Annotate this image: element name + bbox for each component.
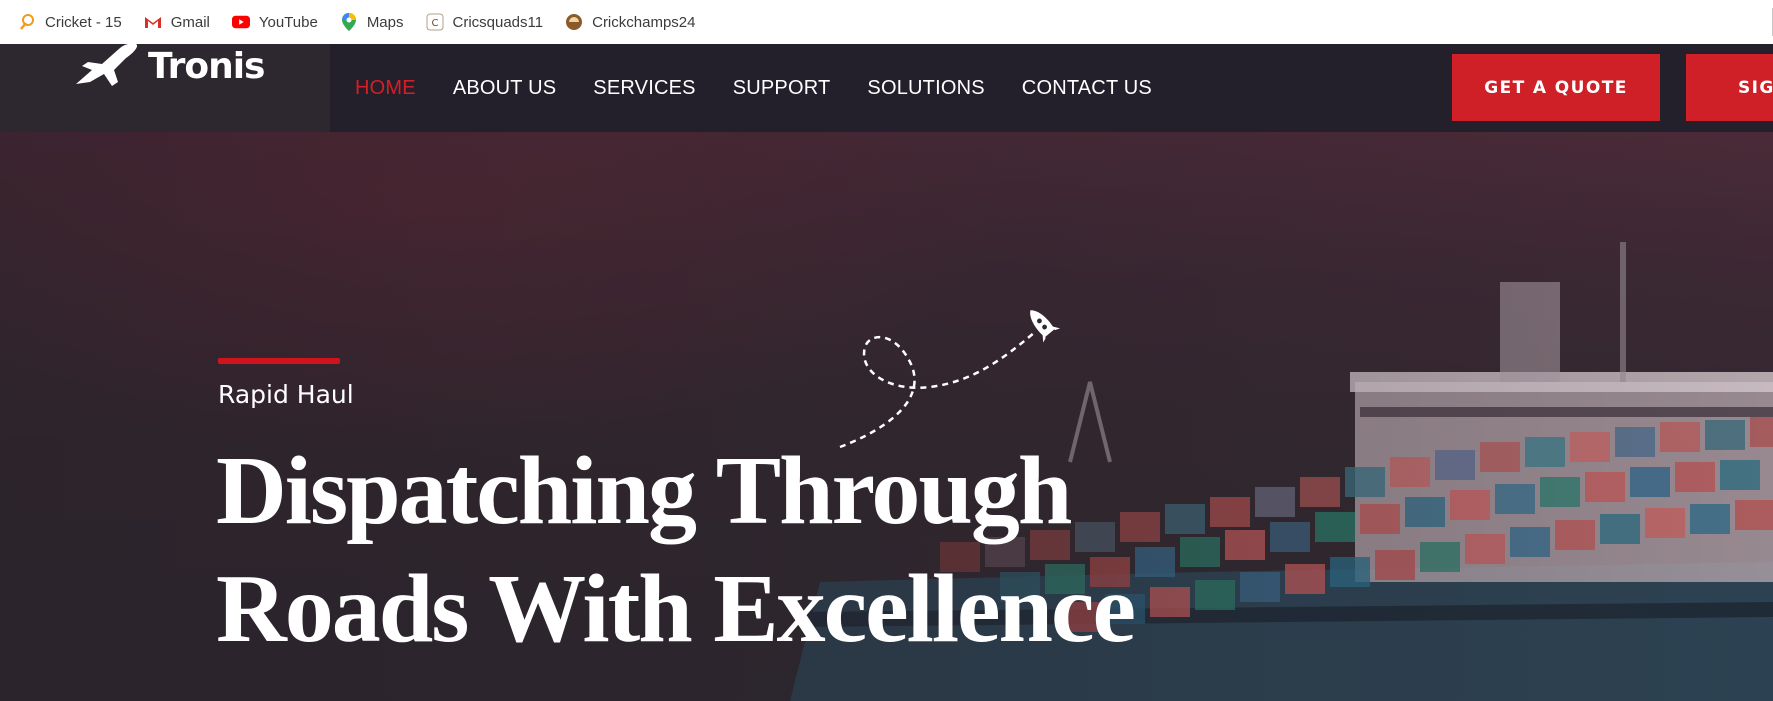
cricsquads-icon: C <box>426 13 444 31</box>
bookmark-crickchamps[interactable]: Crickchamps24 <box>565 13 695 31</box>
hero-section: Rapid Haul Dispatching Through Roads Wit… <box>0 132 1773 701</box>
bookmark-label: Maps <box>366 13 404 31</box>
bookmark-label: YouTube <box>258 13 318 31</box>
logo[interactable]: Tronis <box>74 40 265 93</box>
nav-services[interactable]: SERVICES <box>593 77 695 100</box>
logo-area: Tronis <box>0 43 330 132</box>
get-a-quote-button[interactable]: GET A QUOTE <box>1452 54 1660 121</box>
bookmark-gmail[interactable]: Gmail <box>144 13 210 31</box>
crickchamps-icon <box>565 13 583 31</box>
maps-icon <box>340 13 358 31</box>
bookmark-label: Cricsquads11 <box>452 13 544 31</box>
sign-in-button[interactable]: SIG <box>1686 54 1773 121</box>
hero-tagline: Rapid Haul <box>218 380 354 409</box>
bookmark-cricket[interactable]: Cricket - 15 <box>18 13 122 31</box>
bookmarks-bar: Cricket - 15 Gmail YouTube Maps C Cricsq… <box>0 0 1773 44</box>
accent-line <box>218 358 340 364</box>
headline-line-2: Roads With Excellence <box>216 555 1136 663</box>
bookmark-label: Gmail <box>170 13 210 31</box>
logo-text: Tronis <box>148 46 265 87</box>
nav-home[interactable]: HOME <box>355 77 416 100</box>
cricket-icon <box>18 13 36 31</box>
nav-solutions[interactable]: SOLUTIONS <box>867 77 984 100</box>
site-header: Tronis HOME ABOUT US SERVICES SUPPORT SO… <box>0 43 1773 132</box>
gmail-icon <box>144 13 162 31</box>
hero-headline: Dispatching Through Roads With Excellenc… <box>216 432 1216 668</box>
bookmark-youtube[interactable]: YouTube <box>231 13 318 31</box>
bookmark-cricsquads[interactable]: C Cricsquads11 <box>426 13 544 31</box>
headline-line-1: Dispatching Through <box>216 437 1072 545</box>
bookmark-label: Crickchamps24 <box>592 13 696 31</box>
nav-about-us[interactable]: ABOUT US <box>453 77 556 100</box>
svg-text:C: C <box>431 18 438 29</box>
nav-support[interactable]: SUPPORT <box>733 77 831 100</box>
bookmark-label: Cricket - 15 <box>45 13 122 31</box>
airplane-icon <box>74 40 144 93</box>
youtube-icon <box>231 13 250 31</box>
nav-contact-us[interactable]: CONTACT US <box>1022 77 1152 100</box>
bookmark-maps[interactable]: Maps <box>340 13 404 31</box>
rocket-icon <box>839 310 1061 449</box>
main-nav: HOME ABOUT US SERVICES SUPPORT SOLUTIONS… <box>355 44 1189 132</box>
